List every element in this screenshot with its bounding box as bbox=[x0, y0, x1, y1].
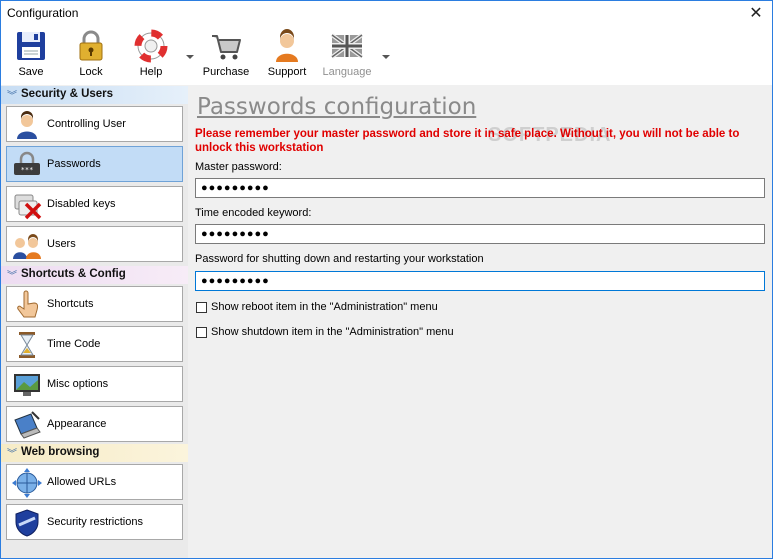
sidebar-item-misc-options[interactable]: Misc options bbox=[6, 366, 183, 402]
uk-flag-icon bbox=[330, 33, 364, 59]
sidebar-item-label: Appearance bbox=[47, 418, 107, 430]
shutdown-item-checkbox[interactable] bbox=[196, 327, 207, 338]
sidebar-item-users[interactable]: Users bbox=[6, 226, 183, 262]
sidebar-item-security-restrictions[interactable]: Security restrictions bbox=[6, 504, 183, 540]
chevron-collapse-icon: ︾ bbox=[7, 271, 17, 282]
sidebar-item-shortcuts[interactable]: Shortcuts bbox=[6, 286, 183, 322]
pointing-hand-icon bbox=[17, 290, 39, 318]
group-web-browsing[interactable]: ︾ Web browsing bbox=[1, 444, 188, 462]
purchase-button[interactable]: Purchase bbox=[201, 29, 251, 81]
group-body-web: Allowed URLs Security restrictions bbox=[1, 462, 188, 558]
help-dropdown-arrow-icon[interactable] bbox=[186, 55, 194, 59]
passwords-panel: SOFTPEDIA Passwords configuration Please… bbox=[188, 86, 772, 558]
shield-icon bbox=[15, 509, 39, 537]
reboot-item-label[interactable]: Show reboot item in the "Administration"… bbox=[211, 301, 438, 313]
sidebar-item-label: Disabled keys bbox=[47, 198, 116, 210]
lock-button[interactable]: Lock bbox=[71, 29, 111, 81]
group-title: Web browsing bbox=[21, 446, 100, 458]
sidebar-item-label: Shortcuts bbox=[47, 298, 94, 310]
sidebar-item-label: Time Code bbox=[47, 338, 101, 350]
floppy-disk-icon bbox=[17, 32, 45, 60]
title-bar: Configuration ✕ bbox=[1, 1, 772, 27]
group-body-shortcuts: Shortcuts Time Code Misc options Appeara… bbox=[1, 284, 188, 444]
sidebar-item-appearance[interactable]: Appearance bbox=[6, 406, 183, 442]
configuration-window: Configuration ✕ Save Lock Help Purchase … bbox=[0, 0, 773, 559]
close-icon[interactable]: ✕ bbox=[740, 1, 772, 27]
language-label: Language bbox=[322, 66, 372, 78]
sidebar-item-label: Security restrictions bbox=[47, 516, 143, 528]
master-password-field[interactable]: ●●●●●●●●● bbox=[195, 178, 765, 198]
svg-text:***: *** bbox=[21, 166, 34, 174]
padlock-icon bbox=[79, 30, 103, 61]
laptop-pen-icon bbox=[14, 411, 41, 439]
sidebar-item-allowed-urls[interactable]: Allowed URLs bbox=[6, 464, 183, 500]
users-icon bbox=[13, 234, 41, 259]
group-security-users[interactable]: ︾ Security & Users bbox=[1, 86, 188, 104]
disabled-keys-icon bbox=[14, 194, 42, 220]
page-title: Passwords configuration bbox=[197, 94, 477, 120]
reboot-item-checkbox[interactable] bbox=[196, 302, 207, 313]
help-label: Help bbox=[139, 66, 163, 78]
monitor-icon bbox=[14, 374, 40, 396]
warning-text: Please remember your master password and… bbox=[195, 128, 740, 154]
shutdown-item-label[interactable]: Show shutdown item in the "Administratio… bbox=[211, 326, 454, 338]
sidebar: ︾ Security & Users Controlling User *** … bbox=[1, 86, 188, 558]
support-person-icon bbox=[276, 29, 298, 62]
password-lock-icon: *** bbox=[14, 151, 40, 175]
hourglass-icon bbox=[19, 332, 35, 358]
sidebar-item-label: Allowed URLs bbox=[47, 476, 117, 488]
group-title: Shortcuts & Config bbox=[21, 268, 126, 280]
language-button[interactable]: Language bbox=[321, 29, 373, 81]
save-button[interactable]: Save bbox=[11, 29, 51, 81]
help-button[interactable]: Help bbox=[131, 29, 171, 81]
sidebar-item-label: Controlling User bbox=[47, 118, 126, 130]
support-button[interactable]: Support bbox=[264, 29, 310, 81]
save-label: Save bbox=[18, 66, 44, 78]
group-body-security: Controlling User *** Passwords Disabled … bbox=[1, 104, 188, 266]
lock-label: Lock bbox=[79, 66, 103, 78]
shopping-cart-icon bbox=[212, 35, 241, 60]
group-title: Security & Users bbox=[21, 88, 114, 100]
time-keyword-label: Time encoded keyword: bbox=[195, 207, 312, 219]
sidebar-item-controlling-user[interactable]: Controlling User bbox=[6, 106, 183, 142]
shutdown-password-label: Password for shutting down and restartin… bbox=[195, 253, 484, 265]
window-title: Configuration bbox=[7, 6, 79, 20]
sidebar-item-label: Misc options bbox=[47, 378, 109, 390]
sidebar-item-label: Users bbox=[47, 238, 76, 250]
shutdown-password-field[interactable]: ●●●●●●●●● bbox=[195, 271, 765, 291]
purchase-label: Purchase bbox=[202, 66, 250, 78]
chevron-collapse-icon: ︾ bbox=[7, 91, 17, 102]
sidebar-item-passwords[interactable]: *** Passwords bbox=[6, 146, 183, 182]
sidebar-item-disabled-keys[interactable]: Disabled keys bbox=[6, 186, 183, 222]
sidebar-item-label: Passwords bbox=[47, 158, 101, 170]
chevron-collapse-icon: ︾ bbox=[7, 449, 17, 460]
language-dropdown-arrow-icon[interactable] bbox=[382, 55, 390, 59]
group-shortcuts-config[interactable]: ︾ Shortcuts & Config bbox=[1, 266, 188, 284]
toolbar: Save Lock Help Purchase Support Language bbox=[1, 27, 772, 85]
lifebuoy-icon bbox=[134, 29, 168, 63]
master-password-label: Master password: bbox=[195, 161, 282, 173]
user-icon bbox=[17, 111, 37, 139]
time-keyword-field[interactable]: ●●●●●●●●● bbox=[195, 224, 765, 244]
sidebar-item-time-code[interactable]: Time Code bbox=[6, 326, 183, 362]
support-label: Support bbox=[267, 66, 307, 78]
globe-arrows-icon bbox=[12, 468, 42, 498]
